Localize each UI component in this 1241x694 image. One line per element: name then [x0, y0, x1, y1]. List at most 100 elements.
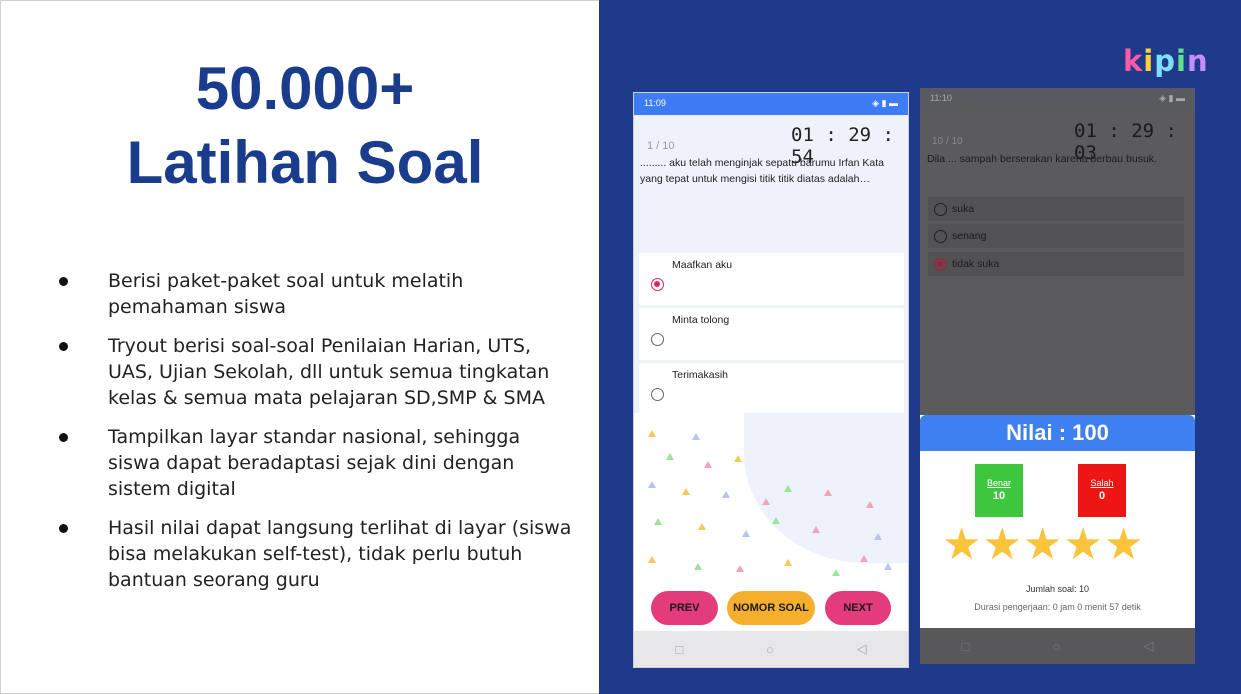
answer-option[interactable]: Maafkan aku: [639, 253, 904, 305]
confetti-icon: [666, 453, 674, 460]
radio-icon[interactable]: [651, 333, 664, 346]
headline: 50.000+ Latihan Soal: [0, 52, 610, 200]
confetti-icon: [648, 556, 656, 563]
bullet-text: Tryout berisi soal-soal Penilaian Harian…: [108, 335, 550, 409]
bullet-dot-icon: [59, 433, 68, 442]
wrong-value: 0: [1098, 490, 1106, 502]
kipin-logo: kipin: [1123, 44, 1209, 78]
answer-option-label: Maafkan aku: [672, 259, 733, 271]
confetti-icon: [860, 555, 868, 562]
phone-question-screen: 11:09 ◈ ▮ ▬ 1 / 10 01 : 29 : 54 ........…: [633, 92, 909, 668]
left-panel: 50.000+ Latihan Soal Berisi paket-paket …: [0, 0, 600, 694]
star-icon: ★: [1103, 520, 1144, 569]
logo-letter: p: [1154, 44, 1177, 78]
answer-option-label: Minta tolong: [672, 314, 730, 326]
total-questions: Jumlah soal: 10: [1025, 584, 1090, 594]
work-duration: Durasi pengerjaan: 0 jam 0 menit 57 deti…: [974, 602, 1141, 612]
confetti-icon: [742, 530, 750, 537]
answer-option[interactable]: Minta tolong: [639, 308, 904, 360]
bullet-item: Hasil nilai dapat langsung terlihat di l…: [56, 515, 576, 593]
confetti-icon: [784, 559, 792, 566]
answer-option-label: tidak suka: [952, 258, 1000, 270]
bullet-dot-icon: [59, 277, 68, 286]
recent-apps-icon[interactable]: □: [962, 639, 970, 654]
bullet-dot-icon: [59, 342, 68, 351]
answer-option[interactable]: senang: [928, 224, 1184, 248]
wrong-label: Salah: [1090, 478, 1114, 488]
status-time: 11:10: [930, 93, 952, 103]
bullet-item: Tampilkan layar standar nasional, sehing…: [56, 424, 576, 502]
headline-line-2: Latihan Soal: [126, 129, 484, 196]
confetti-icon: [648, 481, 656, 488]
correct-value: 10: [992, 490, 1006, 502]
confetti-icon: [772, 517, 780, 524]
answer-option[interactable]: tidak suka: [928, 252, 1184, 276]
bullet-text: Berisi paket-paket soal untuk melatih pe…: [108, 270, 464, 318]
correct-label: Benar: [986, 478, 1012, 488]
back-icon[interactable]: ◁: [857, 641, 867, 657]
confetti-icon: [722, 491, 730, 498]
nomor-soal-button[interactable]: NOMOR SOAL: [727, 591, 815, 625]
logo-letter: i: [1143, 44, 1155, 78]
confetti-icon: [692, 433, 700, 440]
radio-selected-icon[interactable]: [934, 258, 947, 271]
confetti-icon: [784, 485, 792, 492]
home-icon[interactable]: ○: [766, 642, 774, 657]
confetti-icon: [704, 461, 712, 468]
radio-icon[interactable]: [651, 388, 664, 401]
confetti-icon: [698, 523, 706, 530]
android-nav-bar: □ ○ ◁: [920, 628, 1195, 664]
answer-option[interactable]: suka: [928, 197, 1184, 221]
confetti-icon: [762, 498, 770, 505]
bullet-text: Hasil nilai dapat langsung terlihat di l…: [108, 517, 572, 591]
status-time: 11:09: [644, 98, 666, 108]
confetti-icon: [866, 501, 874, 508]
logo-letter: k: [1123, 44, 1144, 78]
wrong-count-box: Salah 0: [1078, 464, 1126, 517]
radio-icon[interactable]: [934, 203, 947, 216]
bullet-text: Tampilkan layar standar nasional, sehing…: [108, 426, 521, 500]
bullet-item: Tryout berisi soal-soal Penilaian Harian…: [56, 333, 576, 411]
star-icon: ★: [1022, 520, 1063, 569]
recent-apps-icon[interactable]: □: [675, 642, 683, 657]
phone-result-screen: 11:10 ◈ ▮ ▬ 10 / 10 01 : 29 : 03 Dila ..…: [920, 88, 1195, 664]
next-button[interactable]: NEXT: [825, 591, 891, 625]
radio-selected-icon[interactable]: [651, 278, 664, 291]
star-icon: ★: [942, 520, 982, 569]
star-rating: ★ ★ ★ ★ ★: [942, 521, 1143, 569]
status-bar: 11:10 ◈ ▮ ▬: [920, 88, 1195, 110]
confetti-icon: [874, 533, 882, 540]
question-text: Dila ... sampah berserakan karena berbau…: [927, 153, 1157, 165]
question-counter: 1 / 10: [647, 140, 675, 152]
back-icon[interactable]: ◁: [1143, 638, 1153, 654]
confetti-icon: [682, 488, 690, 495]
answer-option-label: Terimakasih: [672, 369, 729, 381]
prev-button[interactable]: PREV: [651, 591, 718, 625]
answer-option-label: senang: [952, 230, 987, 242]
status-icons: ◈ ▮ ▬: [1159, 93, 1185, 103]
star-icon: ★: [1063, 520, 1103, 569]
bullet-dot-icon: [59, 524, 68, 533]
question-text: ......... aku telah menginjak sepatu bar…: [640, 157, 884, 185]
confetti-icon: [736, 565, 744, 572]
question-counter: 10 / 10: [932, 136, 963, 147]
confetti-icon: [734, 455, 742, 462]
answer-option-label: suka: [952, 203, 975, 215]
android-nav-bar: □ ○ ◁: [634, 631, 908, 667]
logo-letter: n: [1186, 44, 1209, 78]
confetti-icon: [648, 430, 656, 437]
bullet-list: Berisi paket-paket soal untuk melatih pe…: [56, 268, 576, 606]
confetti-icon: [824, 489, 832, 496]
confetti-icon: [832, 569, 840, 576]
star-icon: ★: [982, 520, 1022, 569]
home-icon[interactable]: ○: [1053, 639, 1061, 654]
correct-count-box: Benar 10: [975, 464, 1023, 517]
bullet-item: Berisi paket-paket soal untuk melatih pe…: [56, 268, 576, 320]
result-dialog: Nilai : 100 Benar 10 Salah 0 ★ ★ ★ ★ ★ Jumla…: [920, 415, 1195, 629]
radio-icon[interactable]: [934, 230, 947, 243]
confetti-icon: [812, 526, 820, 533]
status-icons: ◈ ▮ ▬: [872, 98, 898, 108]
status-bar: 11:09 ◈ ▮ ▬: [634, 93, 908, 115]
score-title: Nilai : 100: [920, 415, 1195, 451]
answer-option[interactable]: Terimakasih: [639, 363, 904, 415]
